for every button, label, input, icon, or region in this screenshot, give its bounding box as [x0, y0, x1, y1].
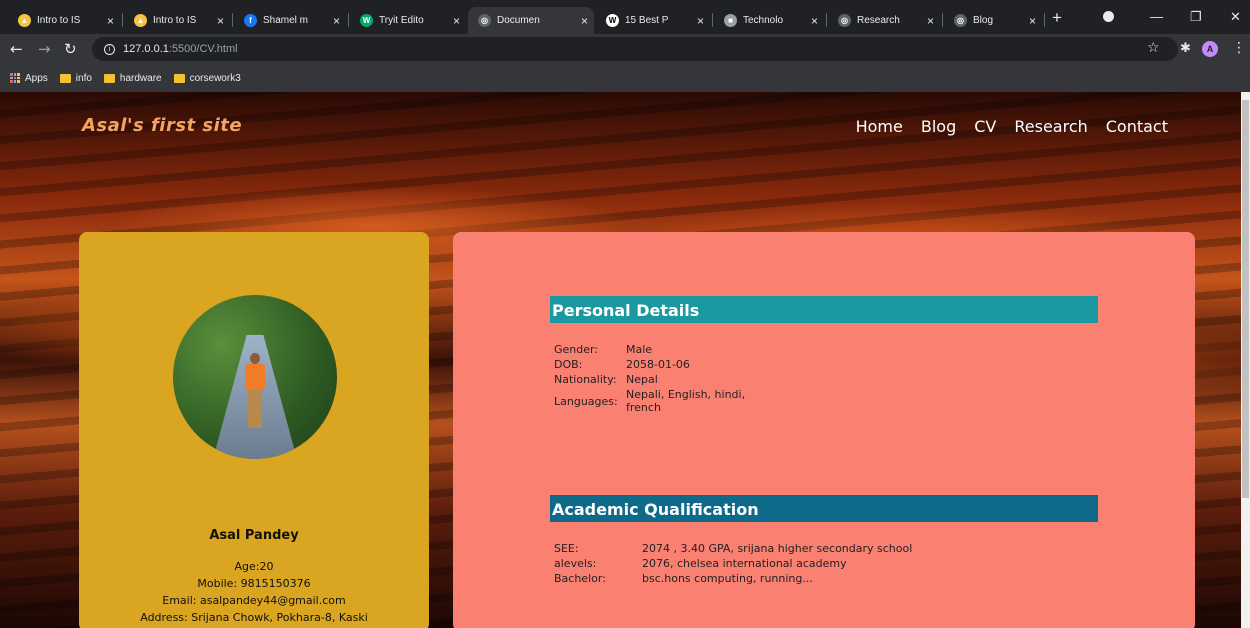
- table-row: alevels: 2076, chelsea international aca…: [554, 557, 847, 570]
- new-tab-icon[interactable]: +: [1052, 8, 1062, 28]
- close-icon[interactable]: ×: [453, 14, 460, 28]
- folder-icon: [103, 73, 115, 83]
- bookmarks-bar: Apps info hardware corsework3: [0, 64, 1250, 92]
- browser-toolbar: ← → ↻ i 127.0.0.1 :5500/CV.html ☆ ✱ A ⋮: [0, 34, 1250, 64]
- bookmark-hardware[interactable]: hardware: [103, 73, 162, 84]
- nav-contact[interactable]: Contact: [1106, 117, 1168, 136]
- bookmark-info[interactable]: info: [59, 73, 92, 84]
- table-row: SEE: 2074 , 3.40 GPA, srijana higher sec…: [554, 542, 913, 555]
- table-row: DOB: 2058-01-06: [554, 358, 690, 371]
- site-nav: Home Blog CV Research Contact: [856, 117, 1168, 136]
- profile-card: Asal Pandey Age:20 Mobile: 9815150376 Em…: [79, 232, 429, 628]
- close-icon[interactable]: ×: [697, 14, 704, 28]
- close-icon[interactable]: ×: [811, 14, 818, 28]
- page-viewport: Asal's first site Home Blog CV Research …: [0, 92, 1250, 628]
- browser-tab[interactable]: ◎ Blog ×: [944, 7, 1042, 34]
- globe-icon: ◎: [838, 14, 851, 27]
- maximize-icon[interactable]: ❐: [1190, 9, 1202, 25]
- profile-photo: [173, 295, 337, 459]
- profile-email: Email: asalpandey44@gmail.com: [162, 594, 346, 607]
- scrollbar-thumb[interactable]: [1242, 100, 1249, 498]
- info-icon[interactable]: i: [104, 43, 115, 55]
- profile-avatar[interactable]: A: [1202, 41, 1218, 57]
- folder-icon: [173, 73, 185, 83]
- globe-icon: ◎: [954, 14, 967, 27]
- profile-name: Asal Pandey: [209, 528, 299, 543]
- close-icon[interactable]: ×: [927, 14, 934, 28]
- personal-details-heading: Personal Details: [550, 296, 1098, 323]
- nav-blog[interactable]: Blog: [921, 117, 956, 136]
- reload-icon[interactable]: ↻: [64, 40, 77, 58]
- w3schools-icon: W: [360, 14, 373, 27]
- site-icon: ■: [724, 14, 737, 27]
- nav-home[interactable]: Home: [856, 117, 903, 136]
- details-card: Personal Details Gender: Male DOB: 2058-…: [453, 232, 1195, 628]
- profile-age: Age:20: [234, 560, 274, 573]
- close-icon[interactable]: ×: [217, 14, 224, 28]
- nav-research[interactable]: Research: [1014, 117, 1087, 136]
- close-icon[interactable]: ×: [333, 14, 340, 28]
- folder-icon: [59, 73, 71, 83]
- browser-tab[interactable]: ◎ Research ×: [828, 7, 940, 34]
- page-scrollbar[interactable]: [1241, 92, 1250, 628]
- browser-tab-strip: ▲ Intro to IS × ▲ Intro to IS × f Shamel…: [0, 0, 1250, 34]
- academic-qualification-heading: Academic Qualification: [550, 495, 1098, 522]
- record-icon[interactable]: [1103, 11, 1114, 22]
- profile-mobile: Mobile: 9815150376: [197, 577, 311, 590]
- bookmark-star-icon[interactable]: ☆: [1147, 40, 1160, 56]
- more-menu-icon[interactable]: ⋮: [1232, 40, 1246, 56]
- drive-icon: ▲: [134, 14, 147, 27]
- close-icon[interactable]: ×: [107, 14, 114, 28]
- apps-grid-icon: [10, 73, 20, 83]
- browser-tab[interactable]: ■ Technolo ×: [714, 7, 824, 34]
- site-title[interactable]: Asal's first site: [82, 115, 242, 136]
- bookmark-apps[interactable]: Apps: [10, 73, 48, 84]
- personal-details-table: Gender: Male DOB: 2058-01-06 Nationality…: [552, 342, 764, 415]
- globe-icon: ◎: [478, 14, 491, 27]
- back-arrow-icon[interactable]: ←: [10, 40, 23, 58]
- table-row: Gender: Male: [554, 343, 653, 356]
- academic-qualification-table: SEE: 2074 , 3.40 GPA, srijana higher sec…: [552, 541, 914, 586]
- address-bar[interactable]: i 127.0.0.1 :5500/CV.html: [92, 37, 1178, 61]
- table-row: Languages: Nepali, English, hindi, frenc…: [554, 388, 746, 414]
- window-close-icon[interactable]: ✕: [1230, 9, 1241, 25]
- profile-address: Address: Srijana Chowk, Pokhara-8, Kaski: [140, 611, 368, 624]
- facebook-icon: f: [244, 14, 257, 27]
- close-icon[interactable]: ×: [1029, 14, 1036, 28]
- bookmark-corsework3[interactable]: corsework3: [173, 73, 241, 84]
- drive-icon: ▲: [18, 14, 31, 27]
- close-icon[interactable]: ×: [581, 14, 588, 28]
- browser-tab[interactable]: ▲ Intro to IS ×: [8, 7, 120, 34]
- browser-tab[interactable]: W Tryit Edito ×: [350, 7, 466, 34]
- minimize-icon[interactable]: —: [1150, 9, 1163, 24]
- extensions-puzzle-icon[interactable]: ✱: [1180, 41, 1191, 56]
- table-row: Bachelor: bsc.hons computing, running...: [554, 572, 813, 585]
- browser-tab[interactable]: ▲ Intro to IS ×: [124, 7, 230, 34]
- wix-icon: W: [606, 14, 619, 27]
- browser-tab[interactable]: f Shamel m ×: [234, 7, 346, 34]
- forward-arrow-icon[interactable]: →: [38, 40, 51, 58]
- browser-tab[interactable]: W 15 Best P ×: [596, 7, 710, 34]
- browser-tab-active[interactable]: ◎ Documen ×: [468, 7, 594, 34]
- table-row: Nationality: Nepal: [554, 373, 658, 386]
- nav-cv[interactable]: CV: [974, 117, 996, 136]
